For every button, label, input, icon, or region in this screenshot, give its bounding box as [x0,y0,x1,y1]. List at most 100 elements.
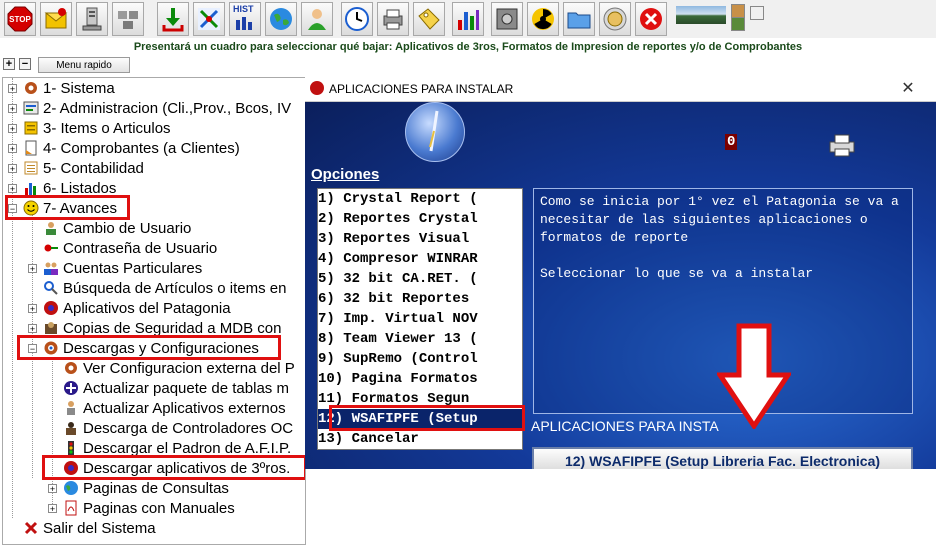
option-item[interactable]: 4) Compresor WINRAR [318,249,522,269]
hint-text: Presentará un cuadro para seleccionar qu… [133,41,803,53]
download-icon[interactable] [157,2,189,36]
mail-icon[interactable] [40,2,72,36]
menu-tree[interactable]: + 1- Sistema + 2- Administracion (Cli.,P… [2,77,306,545]
tree-item-administracion[interactable]: 2- Administracion (Cli.,Prov., Bcos, IV [23,98,291,118]
expand-toggle[interactable]: + [28,304,37,314]
expand-all-button[interactable]: + [3,58,15,70]
globe-icon [63,480,79,496]
tree-item-contrasena[interactable]: Contraseña de Usuario [43,238,217,258]
expand-toggle[interactable]: + [8,184,17,194]
tree-item-label: 7- Avances [43,199,117,217]
dialog-body: 0 Opciones 1) Crystal Report ( 2) Report… [305,102,936,469]
menu-rapido-button[interactable]: Menu rapido [38,57,130,73]
dialog-close-button[interactable]: ✕ [897,79,919,99]
option-item[interactable]: 1) Crystal Report ( [318,189,522,209]
option-item[interactable]: 3) Reportes Visual [318,229,522,249]
hist-icon[interactable]: HIST [229,2,261,36]
folder-icon[interactable] [563,2,595,36]
expand-toggle[interactable]: + [8,124,17,134]
description-text: Como se inicia por 1° vez el Patagonia s… [540,194,899,281]
tree-item-ver-configuracion[interactable]: Ver Configuracion externa del P [63,358,295,378]
update-icon [63,380,79,396]
opciones-label: Opciones [311,166,380,183]
option-item[interactable]: 6) 32 bit Reportes [318,289,522,309]
stop-icon[interactable]: STOP [4,2,36,36]
earth-icon[interactable] [265,2,297,36]
printer-icon[interactable] [377,2,409,36]
expand-toggle[interactable]: + [48,504,57,514]
tree-item-sistema[interactable]: 1- Sistema [23,78,115,98]
collapse-toggle[interactable]: − [8,204,17,214]
tree-item-paginas-consultas[interactable]: Paginas de Consultas [63,478,229,498]
tree-item-comprobantes[interactable]: 4- Comprobantes (a Clientes) [23,138,240,158]
network-icon[interactable] [112,2,144,36]
tree-item-paginas-manuales[interactable]: Paginas con Manuales [63,498,235,518]
tree-item-label: Paginas de Consultas [83,479,229,497]
tree-item-label: Descargar aplicativos de 3ºros. [83,459,291,477]
radiation-icon[interactable] [527,2,559,36]
mini-edit-icon[interactable] [750,6,764,20]
tree-item-salir[interactable]: Salir del Sistema [23,518,156,538]
expand-toggle[interactable]: + [8,144,17,154]
option-item[interactable]: 9) SupRemo (Control [318,349,522,369]
exit-icon [23,520,39,536]
computer-icon[interactable] [76,2,108,36]
tree-item-descargar-aplicativos-3ros[interactable]: Descargar aplicativos de 3ºros. [63,458,290,478]
expand-toggle[interactable]: + [8,104,17,114]
collapse-toggle[interactable]: − [28,344,37,354]
tree-item-actualizar-aplicativos[interactable]: Actualizar Aplicativos externos [63,398,286,418]
option-item[interactable]: 11) Formatos Segun [318,389,522,409]
mini-image-icon[interactable] [731,4,745,18]
tree-item-label: Actualizar paquete de tablas m [83,379,289,397]
chart-icon[interactable] [452,2,484,36]
tree-item-avances[interactable]: 7- Avances [23,198,117,218]
tools-icon[interactable] [193,2,225,36]
chart-icon [23,180,39,196]
tree-item-copias[interactable]: Copias de Seguridad a MDB con [43,318,281,338]
options-listbox[interactable]: 1) Crystal Report ( 2) Reportes Crystal … [317,188,523,450]
expand-toggle[interactable]: + [8,84,17,94]
expand-toggle[interactable]: + [8,164,17,174]
expand-toggle[interactable]: + [28,264,37,274]
tree-item-actualizar-paquete[interactable]: Actualizar paquete de tablas m [63,378,289,398]
tree-item-busqueda[interactable]: Búsqueda de Artículos o items en [43,278,286,298]
option-item[interactable]: 8) Team Viewer 13 ( [318,329,522,349]
user-switch-icon [43,220,59,236]
tree-item-aplicativos-patagonia[interactable]: Aplicativos del Patagonia [43,298,231,318]
expand-toggle[interactable]: + [48,484,57,494]
dialog-titlebar[interactable]: APLICACIONES PARA INSTALAR ✕ [305,77,936,102]
mini-photo-icon[interactable] [731,17,745,31]
expand-toggle[interactable]: + [28,324,37,334]
landscape-image [676,6,726,24]
tree-item-label: 4- Comprobantes (a Clientes) [43,139,240,157]
backup-icon [43,320,59,336]
user-icon[interactable] [301,2,333,36]
safe-icon[interactable] [491,2,523,36]
option-item[interactable]: 13) Cancelar [318,429,522,449]
tree-item-padron-afip[interactable]: Descargar el Padron de A.F.I.P. [63,438,291,458]
clock-icon[interactable] [341,2,373,36]
option-item[interactable]: 10) Pagina Formatos [318,369,522,389]
printer-icon[interactable] [827,132,857,158]
close-icon[interactable] [635,2,667,36]
option-item[interactable]: 2) Reportes Crystal [318,209,522,229]
tree-item-label: 2- Administracion (Cli.,Prov., Bcos, IV [43,99,292,117]
option-item-selected[interactable]: 12) WSAFIPFE (Setup [318,409,522,429]
tree-item-items[interactable]: 3- Items o Articulos [23,118,171,138]
items-icon [23,120,39,136]
pdf-icon [63,500,79,516]
tag-icon[interactable] [413,2,445,36]
app-icon [43,300,59,316]
collapse-all-button[interactable]: − [19,58,31,70]
tree-item-cambio-usuario[interactable]: Cambio de Usuario [43,218,191,238]
tree-item-descargas[interactable]: Descargas y Configuraciones [43,338,259,358]
tree-item-listados[interactable]: 6- Listados [23,178,116,198]
tree-item-cuentas[interactable]: Cuentas Particulares [43,258,202,278]
tree-item-descarga-controladores[interactable]: Descarga de Controladores OC [63,418,293,438]
dialog-title: APLICACIONES PARA INSTALAR [329,82,514,96]
option-item[interactable]: 5) 32 bit CA.RET. ( [318,269,522,289]
option-item[interactable]: 7) Imp. Virtual NOV [318,309,522,329]
tree-item-contabilidad[interactable]: 5- Contabilidad [23,158,144,178]
coin-icon[interactable] [599,2,631,36]
selected-option-button[interactable]: 12) WSAFIPFE (Setup Libreria Fac. Electr… [532,447,913,469]
